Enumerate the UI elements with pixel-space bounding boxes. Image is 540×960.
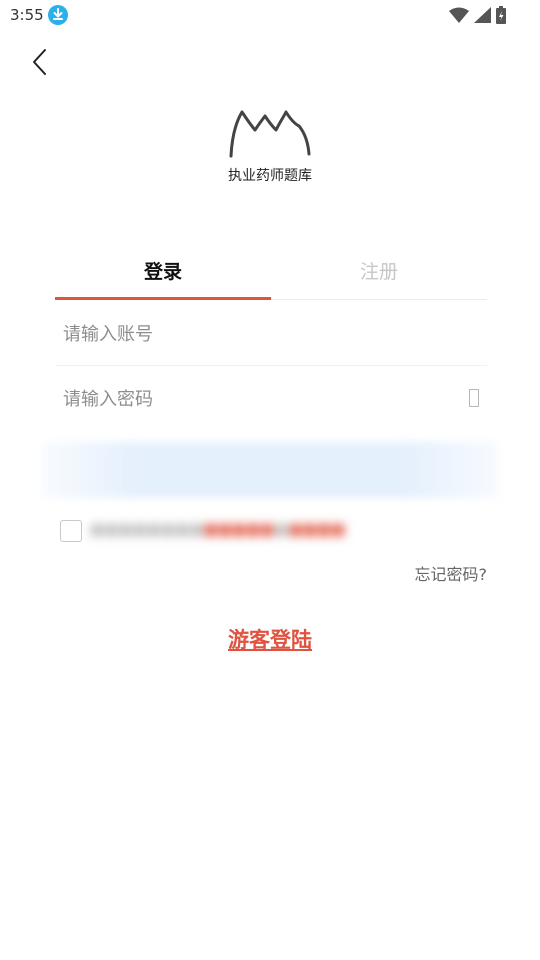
status-bar: 3:55 (0, 0, 540, 30)
guest-login-link[interactable]: 游客登陆 (0, 624, 540, 654)
password-visibility-icon[interactable] (469, 389, 479, 407)
login-page: 3:55 执业药师题库 登录 注册 请输入账号 ■■■■■■■■ ■■■■■ ■… (0, 0, 540, 960)
agreement-checkbox[interactable] (60, 520, 82, 542)
password-input[interactable] (63, 367, 453, 431)
agreement-row: ■■■■■■■■ ■■■■■ ■ ■■■■ (60, 492, 380, 542)
auth-tabs: 登录 注册 (55, 250, 487, 300)
active-tab-indicator (55, 297, 271, 300)
login-button[interactable] (42, 442, 498, 498)
status-icons (449, 5, 506, 25)
download-icon (48, 5, 68, 25)
tab-register[interactable]: 注册 (271, 250, 487, 290)
wifi-icon (449, 7, 469, 23)
account-input[interactable] (63, 302, 453, 366)
battery-icon (496, 6, 506, 24)
back-button[interactable] (22, 44, 58, 80)
status-time: 3:55 (10, 6, 44, 24)
signal-icon (474, 7, 491, 23)
app-logo (229, 110, 311, 158)
password-field (55, 367, 487, 431)
app-name: 执业药师题库 (228, 168, 312, 184)
forgot-password-link[interactable]: 忘记密码? (415, 561, 488, 585)
tab-login[interactable]: 登录 (55, 250, 271, 290)
agreement-text: ■■■■■■■■ ■■■■■ ■ ■■■■ (90, 520, 346, 538)
account-field (55, 302, 487, 366)
chevron-left-icon (33, 49, 46, 75)
